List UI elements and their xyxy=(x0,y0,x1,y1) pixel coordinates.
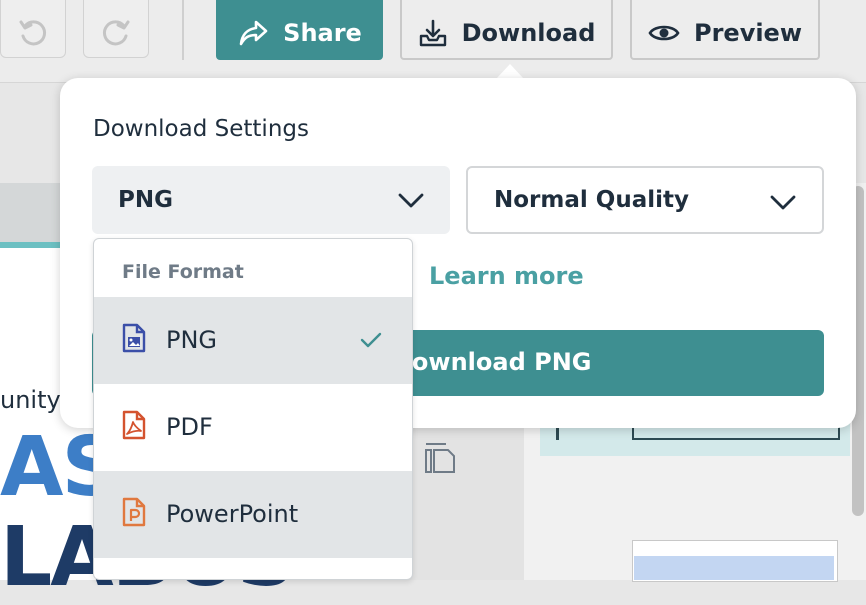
chevron-down-icon xyxy=(398,193,424,208)
file-format-value: PNG xyxy=(118,187,173,213)
redo-icon xyxy=(102,20,130,46)
chevron-down-icon xyxy=(770,195,796,210)
quality-value: Normal Quality xyxy=(494,187,689,213)
menu-item-label: PNG xyxy=(166,326,218,354)
undo-button[interactable] xyxy=(0,0,66,58)
share-label: Share xyxy=(283,19,362,47)
png-file-icon xyxy=(122,323,146,353)
toolbar-divider xyxy=(182,0,184,60)
popover-caret xyxy=(496,64,524,79)
file-format-select[interactable]: PNG xyxy=(92,166,450,234)
eye-icon xyxy=(648,25,680,41)
duplicate-page-icon[interactable] xyxy=(424,440,456,480)
undo-icon xyxy=(19,20,47,46)
preview-label: Preview xyxy=(693,19,803,47)
checkmark-icon xyxy=(360,332,382,348)
preview-button[interactable]: Preview xyxy=(630,0,820,60)
menu-item-png[interactable]: PNG xyxy=(94,297,412,384)
pdf-file-icon xyxy=(122,410,146,440)
learn-more-link[interactable]: Learn more xyxy=(429,262,584,290)
menu-item-pdf[interactable]: PDF xyxy=(94,384,412,471)
share-icon xyxy=(239,20,268,46)
download-settings-title: Download Settings xyxy=(93,116,309,142)
powerpoint-file-icon xyxy=(122,497,146,527)
top-toolbar: Share Download Preview xyxy=(0,0,866,83)
file-format-menu: File Format PNG PDF PowerPoint xyxy=(93,238,413,580)
download-button[interactable]: Download xyxy=(400,0,613,60)
download-label: Download xyxy=(461,19,596,47)
menu-item-label: PDF xyxy=(166,413,213,441)
redo-button[interactable] xyxy=(83,0,149,58)
canvas-text-fragment: unity xyxy=(0,386,61,414)
download-png-label: Download PNG xyxy=(392,348,592,376)
menu-item-powerpoint[interactable]: PowerPoint xyxy=(94,471,412,558)
share-button[interactable]: Share xyxy=(216,0,383,60)
menu-item-label: PowerPoint xyxy=(166,500,299,528)
canvas-accent-line xyxy=(0,242,60,248)
download-icon xyxy=(419,19,446,47)
quality-select[interactable]: Normal Quality xyxy=(466,166,824,234)
canvas-thumbnail-fill xyxy=(634,556,834,580)
menu-header: File Format xyxy=(122,261,244,283)
